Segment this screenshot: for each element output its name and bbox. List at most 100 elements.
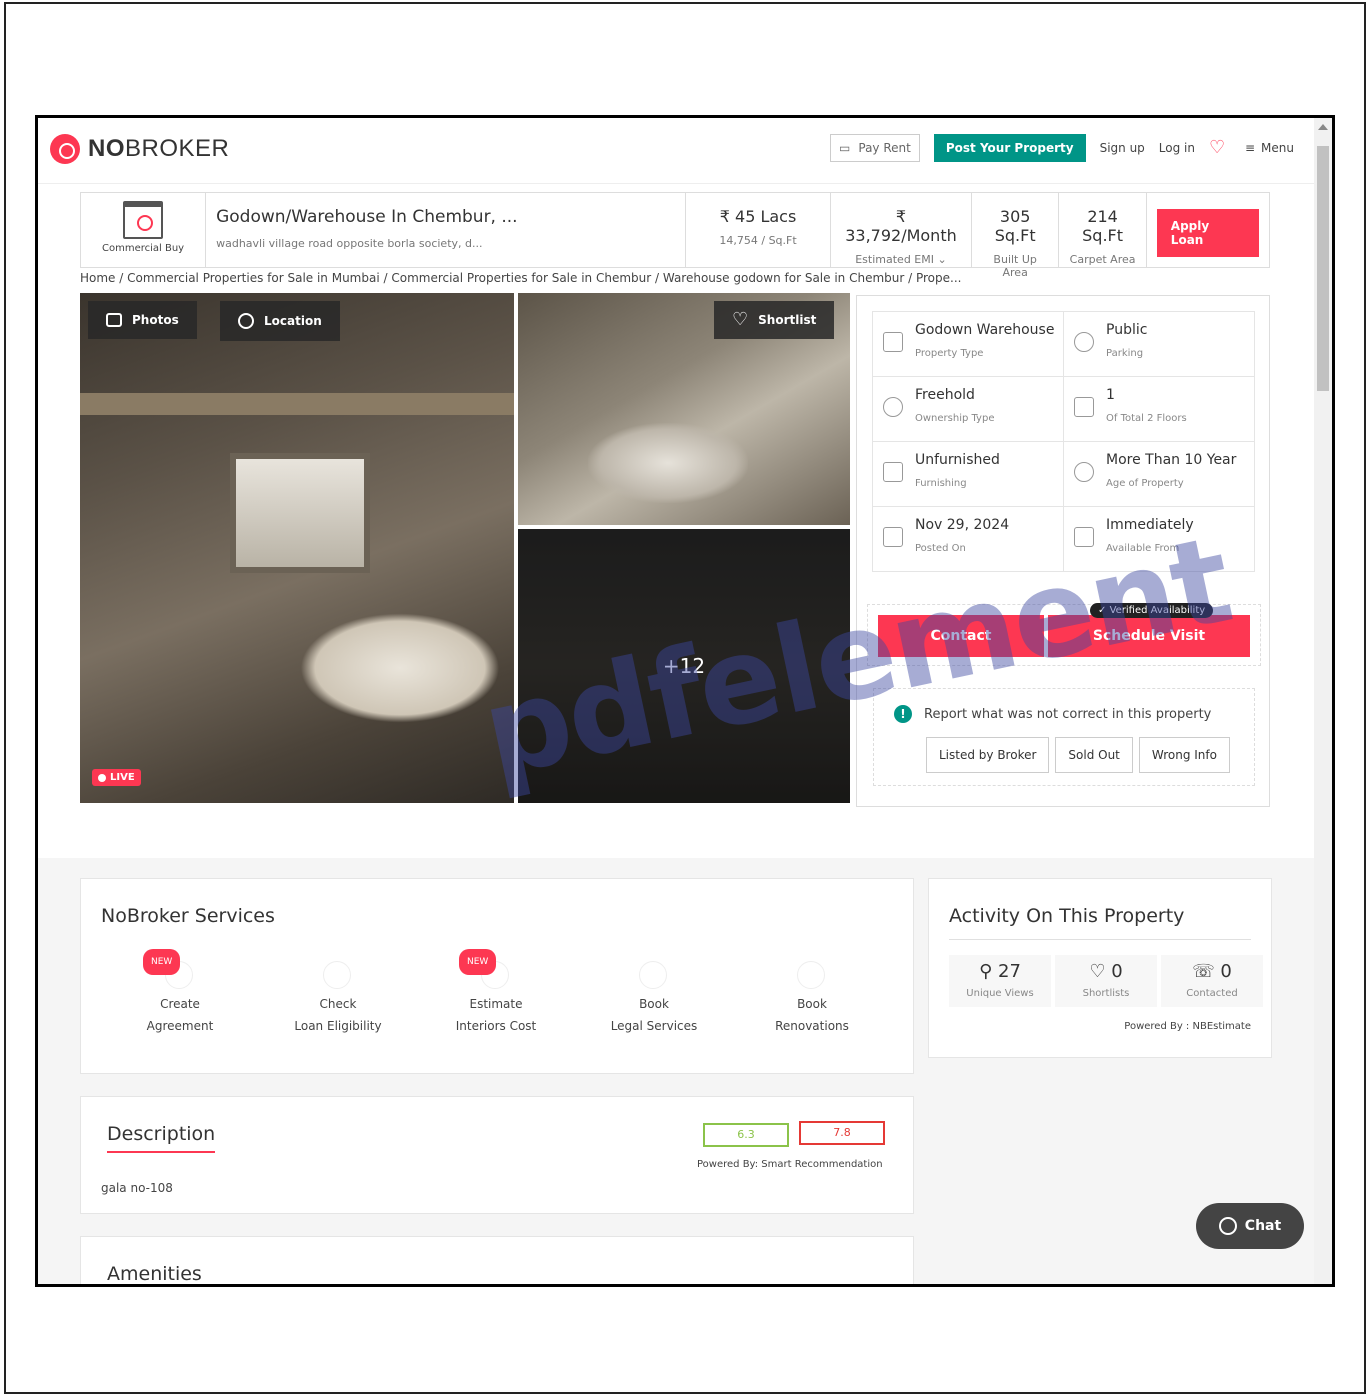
service-estimate-interiors[interactable]: NEW Estimate Interiors Cost — [417, 949, 575, 1037]
nobroker-services-card: NoBroker Services NEW Create Agreement Ch… — [80, 878, 914, 1074]
logo-text: NOBROKER — [88, 135, 230, 162]
wrong-info-button[interactable]: Wrong Info — [1138, 737, 1230, 773]
service-renovations[interactable]: Book Renovations — [733, 949, 891, 1037]
scrollbar-thumb[interactable] — [1317, 146, 1329, 391]
stairs-icon — [1074, 397, 1094, 417]
contact-button[interactable]: Contact — [878, 615, 1044, 657]
listed-by-broker-button[interactable]: Listed by Broker — [926, 737, 1050, 773]
description-text: gala no-108 — [101, 1181, 173, 1195]
services-title: NoBroker Services — [101, 905, 275, 927]
schedule-visit-button[interactable]: Schedule Visit — [1048, 615, 1250, 657]
amenities-title: Amenities — [107, 1263, 202, 1285]
credit-card-icon: ▭ — [839, 141, 851, 155]
new-badge: NEW — [143, 949, 181, 975]
cta-box: Contact Schedule Visit ✓ Verified Availa… — [867, 603, 1261, 666]
description-card: Description gala no-108 6.3 7.8 Powered … — [80, 1096, 914, 1214]
services-list: NEW Create Agreement Check Loan Eligibilit… — [101, 949, 901, 1037]
photo-gallery: +12 Photos Location ♡ Shortlist LIVE — [80, 293, 850, 803]
camera-icon — [106, 313, 122, 327]
post-property-button[interactable]: Post Your Property — [933, 134, 1086, 162]
property-address: wadhavli village road opposite borla soc… — [216, 237, 483, 250]
price: ₹ 45 Lacs — [719, 207, 797, 226]
property-summary-bar: Commercial Buy Godown/Warehouse In Chemb… — [80, 192, 1270, 279]
spec-parking: Public Parking — [1063, 311, 1255, 377]
price-block: ₹ 45 Lacs 14,754 / Sq.Ft — [686, 193, 831, 267]
verified-availability-badge: ✓ Verified Availability — [1090, 603, 1214, 618]
chat-button[interactable]: Chat — [1196, 1203, 1304, 1249]
activity-card: Activity On This Property ⚲ 27 Unique Vi… — [928, 878, 1272, 1058]
sold-out-button[interactable]: Sold Out — [1055, 737, 1133, 773]
sign-up-link[interactable]: Sign up — [1100, 141, 1145, 155]
legal-icon — [639, 961, 667, 989]
top-navbar: NOBROKER ▭ Pay Rent Post Your Property S… — [38, 118, 1314, 184]
spec-floor: 1 Of Total 2 Floors — [1063, 376, 1255, 442]
spec-posted-on: Nov 29, 2024 Posted On — [872, 506, 1064, 572]
flag-icon — [883, 527, 903, 547]
heart-icon: ♡ — [732, 309, 749, 330]
unique-views-stat: ⚲ 27 Unique Views — [949, 955, 1051, 1007]
phone-icon: ☏ — [1192, 961, 1215, 982]
chat-bubble-icon — [1218, 1217, 1237, 1235]
location-button[interactable]: Location — [220, 301, 340, 341]
renovation-icon — [797, 961, 825, 989]
contacted-stat: ☏ 0 Contacted — [1161, 955, 1263, 1007]
main-photo[interactable] — [80, 293, 514, 803]
built-up-block: 305 Sq.Ft Built Up Area — [972, 193, 1060, 279]
report-buttons: Listed by Broker Sold Out Wrong Info — [926, 737, 1230, 773]
service-create-agreement[interactable]: NEW Create Agreement — [101, 949, 259, 1037]
more-photos-count[interactable]: +12 — [518, 529, 850, 803]
shortlist-button[interactable]: ♡ Shortlist — [714, 301, 835, 339]
score-badge-red: 7.8 — [799, 1121, 885, 1145]
chevron-down-icon: ⌄ — [937, 253, 947, 266]
report-prompt: ! Report what was not correct in this pr… — [894, 705, 1211, 723]
nav-actions: ▭ Pay Rent Post Your Property Sign up Lo… — [830, 134, 1294, 162]
user-icon — [883, 397, 903, 417]
report-box: ! Report what was not correct in this pr… — [873, 688, 1255, 786]
property-title-block: Godown/Warehouse In Chembur, ... wadhavl… — [206, 193, 687, 267]
divider — [949, 939, 1251, 940]
nobroker-logo[interactable]: NOBROKER — [50, 134, 229, 164]
activity-title: Activity On This Property — [949, 905, 1185, 927]
spec-furnishing: Unfurnished Furnishing — [872, 441, 1064, 507]
price-per-sqft: 14,754 / Sq.Ft — [719, 234, 797, 247]
building-icon — [883, 332, 903, 352]
live-dot-icon — [98, 773, 106, 782]
emi-block[interactable]: ₹ 33,792/Month Estimated EMI ⌄ — [831, 193, 972, 267]
compass-icon — [238, 313, 254, 329]
breadcrumb[interactable]: Home / Commercial Properties for Sale in… — [80, 271, 961, 285]
loan-icon — [323, 961, 351, 989]
emi-label: Estimated EMI ⌄ — [855, 253, 947, 266]
store-icon — [123, 201, 164, 239]
live-badge: LIVE — [92, 769, 141, 786]
property-title: Godown/Warehouse In Chembur, ... — [216, 207, 518, 227]
parking-icon — [1074, 332, 1094, 352]
vertical-scrollbar[interactable] — [1314, 118, 1332, 1284]
spec-available-from: Immediately Available From — [1063, 506, 1255, 572]
spec-property-type: Godown Warehouse Property Type — [872, 311, 1064, 377]
log-in-link[interactable]: Log in — [1159, 141, 1195, 155]
service-legal[interactable]: Book Legal Services — [575, 949, 733, 1037]
description-powered-by: Powered By: Smart Recommendation — [697, 1159, 883, 1170]
photos-button[interactable]: Photos — [88, 301, 197, 339]
emi-value: ₹ 33,792/Month — [845, 207, 957, 245]
apply-loan-button[interactable]: Apply Loan — [1156, 209, 1260, 257]
apply-loan-block: Apply Loan — [1147, 193, 1269, 267]
info-icon: ! — [894, 705, 912, 723]
property-details-panel: Godown Warehouse Property Type Public Park… — [856, 295, 1270, 807]
heart-icon: ♡ — [1089, 961, 1106, 982]
menu-button[interactable]: ≡ Menu — [1245, 141, 1294, 155]
service-check-loan[interactable]: Check Loan Eligibility — [259, 949, 417, 1037]
scroll-up-arrow-icon[interactable] — [1318, 124, 1328, 130]
carpet-block: 214 Sq.Ft Carpet Area — [1059, 193, 1147, 267]
calendar-icon — [1074, 527, 1094, 547]
property-category: Commercial Buy — [81, 193, 207, 267]
activity-powered-by: Powered By : NBEstimate — [1124, 1021, 1251, 1032]
score-badge-green: 6.3 — [703, 1123, 789, 1147]
shortlist-heart-icon[interactable]: ♡ — [1209, 138, 1231, 158]
browser-screenshot: NOBROKER ▭ Pay Rent Post Your Property S… — [35, 115, 1335, 1287]
amenities-card: Amenities — [80, 1236, 914, 1285]
shortlists-stat: ♡ 0 Shortlists — [1055, 955, 1157, 1007]
pay-rent-button[interactable]: ▭ Pay Rent — [830, 134, 920, 162]
sofa-icon — [883, 462, 903, 482]
spec-ownership: Freehold Ownership Type — [872, 376, 1064, 442]
